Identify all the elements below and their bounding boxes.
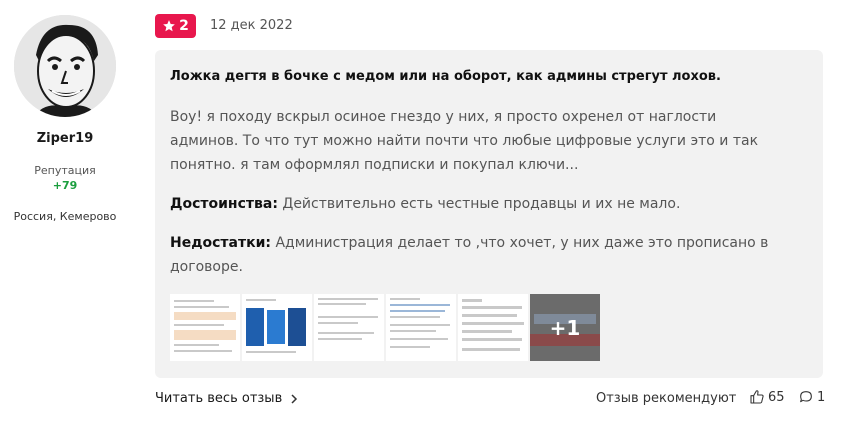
review-text: Воу! я походу вскрыл осиное гнездо у них…: [170, 109, 759, 173]
chevron-right-icon: [291, 393, 298, 404]
comments-count: 1: [817, 389, 826, 405]
author-location: Россия, Кемерово: [13, 210, 117, 223]
review-date: 12 дек 2022: [210, 18, 293, 33]
recommend-label: Отзыв рекомендуют: [596, 391, 737, 406]
comments-button[interactable]: 1: [798, 389, 825, 405]
photo-thumbnail[interactable]: [170, 294, 240, 361]
photo-thumbnail[interactable]: [242, 294, 312, 361]
thumbs-up-icon: [750, 390, 764, 404]
photo-gallery: +1: [170, 294, 600, 361]
more-photos-count: +1: [549, 315, 581, 340]
avatar[interactable]: [14, 15, 116, 117]
cons-label: Недостатки:: [170, 235, 272, 251]
like-button[interactable]: 65: [749, 389, 785, 405]
read-more-label: Читать весь отзыв: [155, 391, 283, 406]
rating-value: 2: [179, 18, 189, 34]
read-full-review-link[interactable]: Читать весь отзыв: [155, 391, 298, 406]
more-photos-thumbnail[interactable]: +1: [530, 294, 600, 361]
review-title[interactable]: Ложка дегтя в бочке с медом или на оборо…: [170, 69, 810, 84]
author-name[interactable]: Ziper19: [0, 131, 130, 146]
reputation-value: +79: [52, 179, 78, 192]
star-icon: [163, 20, 175, 32]
pros-text: Действительно есть честные продавцы и их…: [282, 196, 681, 212]
review-pros: Достоинства: Действительно есть честные …: [170, 192, 800, 216]
review-card: Ложка дегтя в бочке с медом или на оборо…: [155, 50, 823, 378]
avatar-image: [14, 15, 116, 117]
comment-icon: [800, 391, 812, 403]
rating-badge: 2: [155, 14, 196, 38]
reputation-label: Репутация: [34, 164, 96, 177]
photo-thumbnail[interactable]: [458, 294, 528, 361]
likes-count: 65: [768, 389, 785, 405]
photo-thumbnail[interactable]: [386, 294, 456, 361]
photo-thumbnail[interactable]: [314, 294, 384, 361]
pros-label: Достоинства:: [170, 196, 278, 212]
review-cons: Недостатки: Администрация делает то ,что…: [170, 231, 800, 279]
